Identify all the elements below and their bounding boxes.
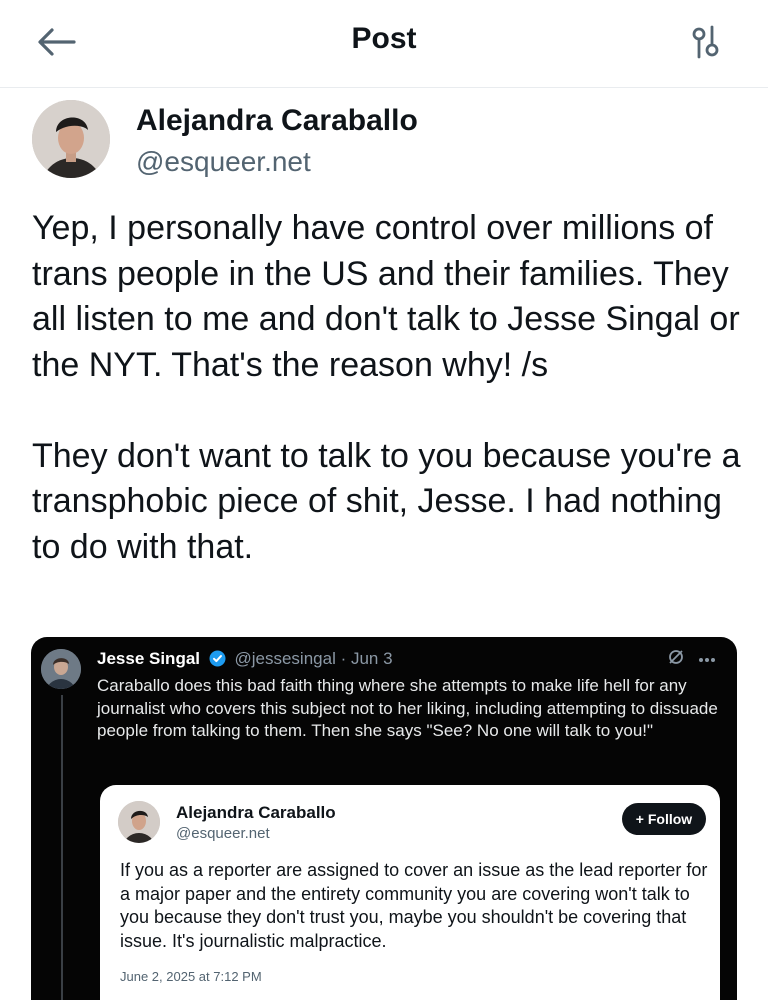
- filter-button[interactable]: [688, 24, 728, 64]
- embedded-post-image[interactable]: Jesse Singal @jessesingal · Jun 3 Caraba…: [31, 637, 737, 1000]
- verified-badge-icon: [209, 650, 226, 667]
- more-dots-icon: [699, 658, 716, 662]
- follow-button[interactable]: + Follow: [622, 803, 706, 835]
- post-author: Alejandra Caraballo @esqueer.net: [32, 100, 732, 180]
- quoted-handle[interactable]: @jessesingal: [234, 649, 335, 668]
- embedded-avatar[interactable]: [118, 801, 160, 843]
- quoted-date: · Jun 3: [340, 649, 393, 668]
- post-paragraph: They don't want to talk to you because y…: [32, 436, 741, 566]
- page-title: Post: [351, 22, 417, 55]
- embedded-timestamp[interactable]: June 2, 2025 at 7:12 PM: [120, 969, 262, 984]
- post-paragraph: Yep, I personally have control over mill…: [32, 209, 740, 384]
- author-name[interactable]: Alejandra Caraballo: [136, 104, 418, 138]
- avatar-photo: [32, 100, 110, 178]
- grok-icon: [669, 650, 683, 664]
- avatar[interactable]: [32, 100, 110, 178]
- thread-line: [61, 695, 63, 1000]
- embedded-text: If you as a reporter are assigned to cov…: [120, 860, 708, 951]
- more-options[interactable]: [667, 647, 716, 668]
- quoted-text: Caraballo does this bad faith thing wher…: [97, 676, 718, 740]
- top-bar: Post: [0, 0, 768, 88]
- sliders-icon: [692, 25, 719, 59]
- embedded-author-handle[interactable]: @esqueer.net: [176, 825, 270, 842]
- quoted-header: Jesse Singal @jessesingal · Jun 3: [97, 649, 393, 669]
- quoted-author-name[interactable]: Jesse Singal: [97, 649, 200, 668]
- embedded-tweet-card[interactable]: Alejandra Caraballo @esqueer.net + Follo…: [100, 785, 720, 1000]
- post-body: Yep, I personally have control over mill…: [32, 206, 744, 570]
- embedded-author-name[interactable]: Alejandra Caraballo: [176, 803, 336, 823]
- author-handle[interactable]: @esqueer.net: [136, 146, 311, 178]
- quoted-avatar[interactable]: [41, 649, 81, 689]
